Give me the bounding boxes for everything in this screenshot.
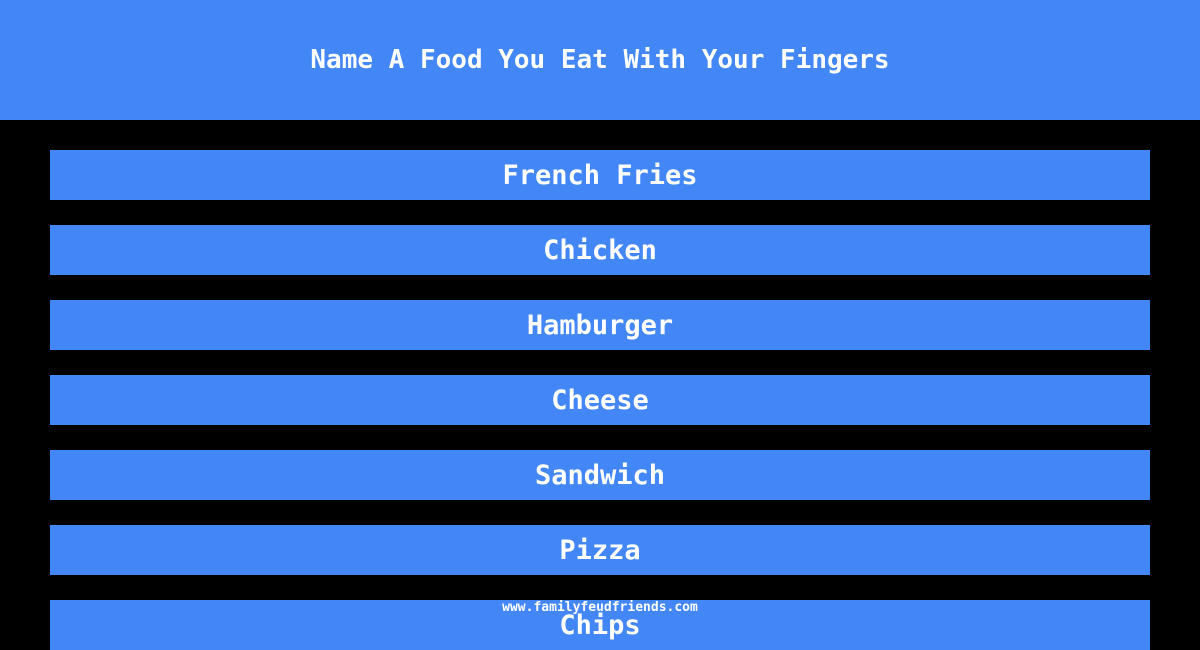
- answer-label: Cheese: [551, 384, 649, 416]
- answer-label: Chicken: [543, 234, 657, 266]
- answer-row: Pizza: [50, 525, 1150, 575]
- answer-label: Pizza: [559, 534, 641, 566]
- answer-row: Cheese: [50, 375, 1150, 425]
- answer-row: Hamburger: [50, 300, 1150, 350]
- answer-label: Sandwich: [534, 459, 666, 491]
- answer-row: Chicken: [50, 225, 1150, 275]
- answer-row: French Fries: [50, 150, 1150, 200]
- answer-row: Sandwich: [50, 450, 1150, 500]
- question-title: Name A Food You Eat With Your Fingers: [310, 45, 890, 75]
- answer-label: Hamburger: [526, 309, 674, 341]
- answer-label: French Fries: [502, 159, 698, 191]
- site-watermark: www.familyfeudfriends.com: [502, 600, 698, 615]
- question-header: Name A Food You Eat With Your Fingers: [0, 0, 1200, 120]
